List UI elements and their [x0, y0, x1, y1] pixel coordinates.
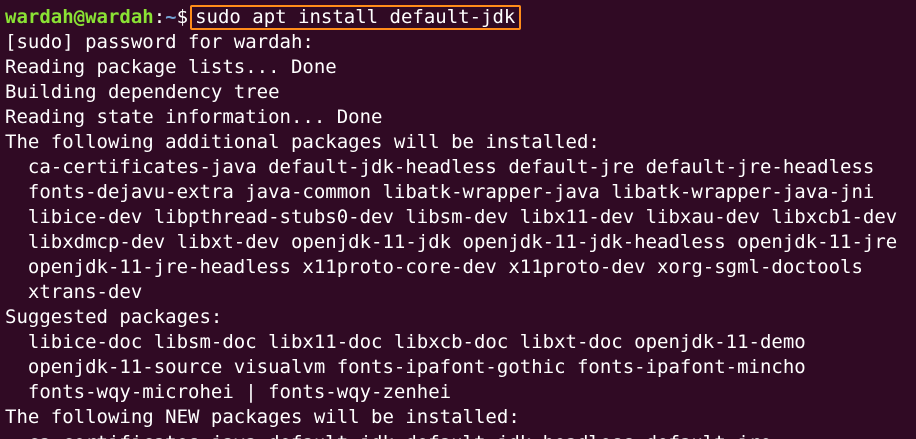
output-line: Reading state information... Done — [5, 106, 383, 128]
prompt-separator: : — [153, 6, 166, 28]
output-line: xtrans-dev — [5, 281, 143, 303]
output-line: Reading package lists... Done — [5, 56, 337, 78]
output-line: libice-dev libpthread-stubs0-dev libsm-d… — [5, 206, 898, 228]
output-line: openjdk-11-jre-headless x11proto-core-de… — [5, 256, 863, 278]
output-line: [sudo] password for wardah: — [5, 31, 314, 53]
output-line: openjdk-11-source visualvm fonts-ipafont… — [5, 356, 806, 378]
output-line: Suggested packages: — [5, 306, 223, 328]
output-line: libxdmcp-dev libxt-dev openjdk-11-jdk op… — [5, 231, 898, 253]
prompt-line: wardah@wardah:~$ sudo apt install default… — [5, 5, 916, 30]
output-line: ca-certificates-java default-jdk-headles… — [5, 156, 875, 178]
output-line: Building dependency tree — [5, 81, 280, 103]
output-line: The following additional packages will b… — [5, 131, 600, 153]
command-text: sudo apt install default-jdk — [190, 5, 522, 30]
prompt-symbol: $ — [176, 6, 189, 28]
output-line: fonts-dejavu-extra java-common libatk-wr… — [5, 181, 875, 203]
output-line-partial: ca-certificates-java default-jdk default… — [5, 431, 772, 439]
output-line: fonts-wqy-microhei | fonts-wqy-zenhei — [5, 381, 452, 403]
terminal-window[interactable]: wardah@wardah:~$ sudo apt install default… — [0, 0, 916, 439]
output-line: libice-doc libsm-doc libx11-doc libxcb-d… — [5, 331, 806, 353]
prompt-user-host: wardah@wardah — [5, 6, 154, 28]
prompt-path: ~ — [165, 6, 177, 28]
output-line: The following NEW packages will be insta… — [5, 406, 520, 428]
